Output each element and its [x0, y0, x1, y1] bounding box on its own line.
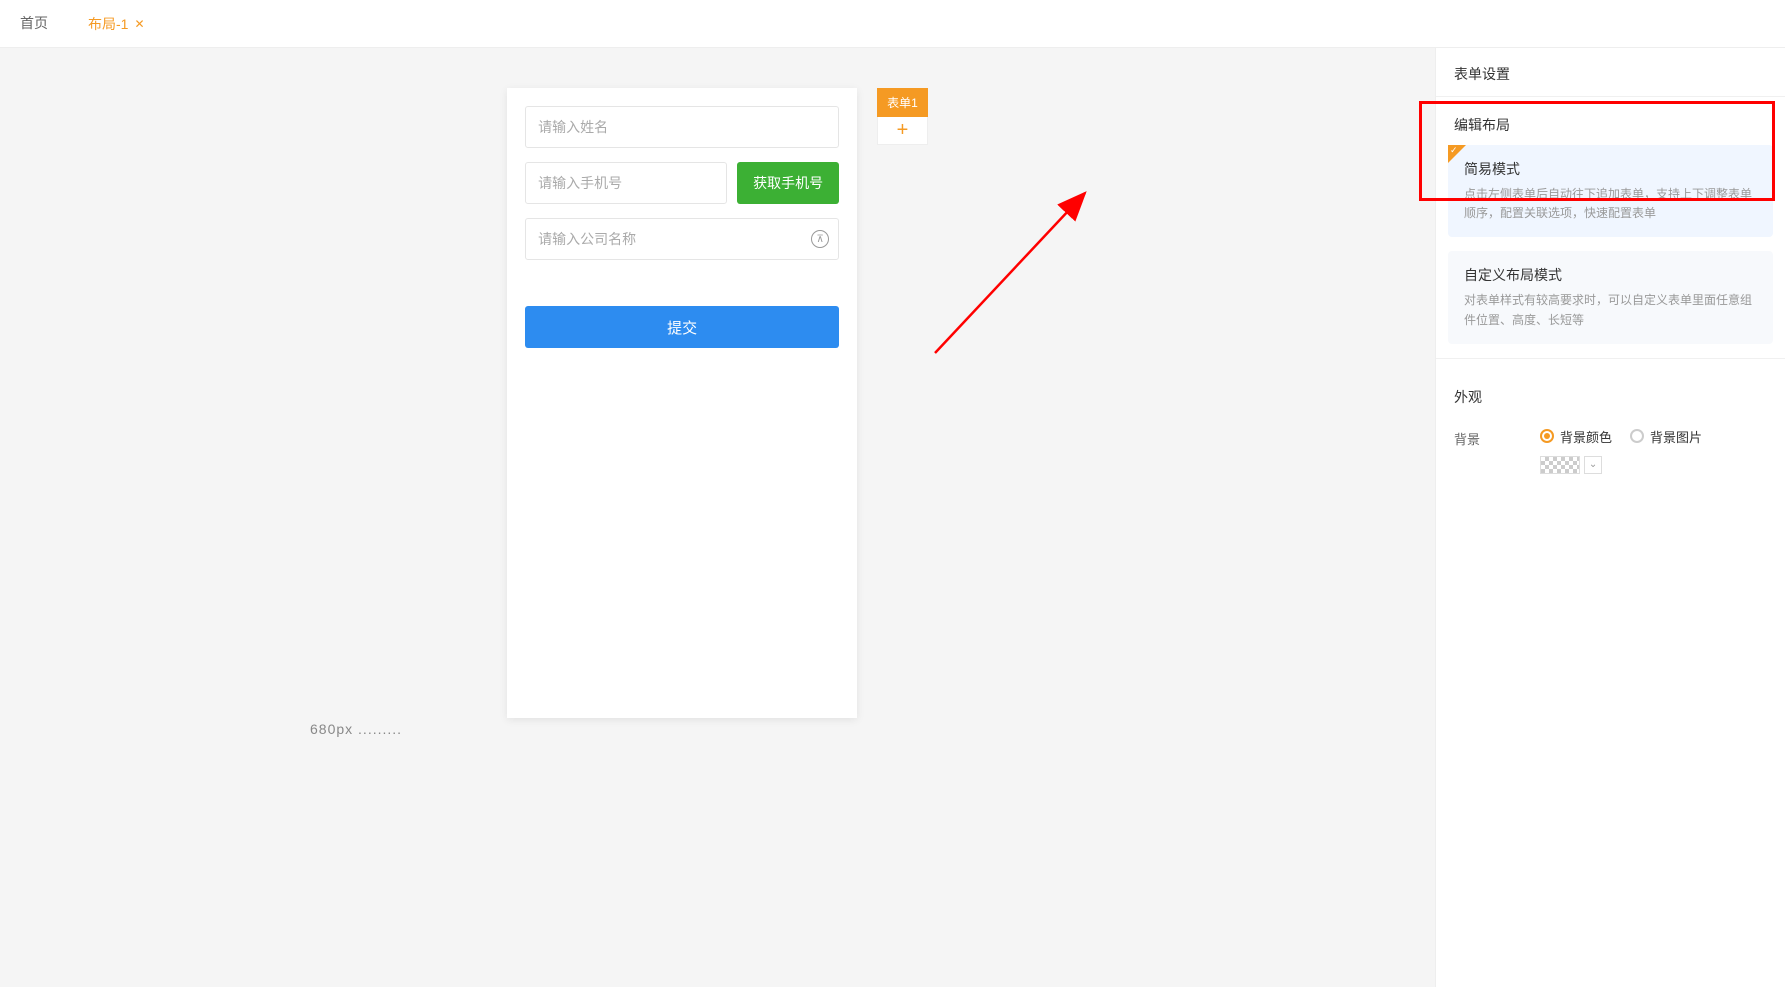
mode-simple-title: 简易模式 [1464, 159, 1757, 179]
divider [1436, 358, 1785, 359]
tab-layout-1[interactable]: 布局-1 ✕ [68, 0, 165, 47]
mode-custom-title: 自定义布局模式 [1464, 265, 1757, 285]
mode-options: ✓ 简易模式 点击左侧表单后自动往下追加表单，支持上下调整表单顺序，配置关联选项… [1436, 145, 1785, 344]
background-label: 背景 [1454, 427, 1480, 448]
check-icon: ✓ [1450, 145, 1458, 156]
tab-home-label: 首页 [20, 13, 48, 33]
appearance-title: 外观 [1436, 369, 1785, 417]
background-radio-group: 背景颜色 背景图片 [1540, 427, 1767, 446]
right-panel: 表单设置 编辑布局 ✓ 简易模式 点击左侧表单后自动往下追加表单，支持上下调整表… [1435, 48, 1785, 987]
add-form-button[interactable]: + [877, 117, 928, 145]
input-suffix-icon[interactable]: ⊼ [811, 230, 829, 248]
main-layout: 获取手机号 ⊼ 提交 表单1 + 680px ......... [0, 48, 1785, 987]
mode-simple[interactable]: ✓ 简易模式 点击左侧表单后自动往下追加表单，支持上下调整表单顺序，配置关联选项… [1448, 145, 1773, 237]
edit-layout-title: 编辑布局 [1436, 97, 1785, 145]
form-tag-1[interactable]: 表单1 [877, 88, 928, 117]
canvas-area: 获取手机号 ⊼ 提交 表单1 + 680px ......... [0, 48, 1435, 987]
phone-input[interactable] [525, 162, 727, 204]
company-input-wrapper: ⊼ [525, 218, 839, 260]
radio-unchecked-icon [1630, 429, 1644, 443]
appearance-row: 背景 背景颜色 背景图片 ⌄ [1436, 417, 1785, 484]
color-picker: ⌄ [1540, 456, 1767, 474]
get-phone-button[interactable]: 获取手机号 [737, 162, 839, 204]
radio-bgimage[interactable]: 背景图片 [1630, 427, 1702, 446]
submit-button[interactable]: 提交 [525, 306, 839, 348]
form-container: 获取手机号 ⊼ 提交 表单1 + [507, 88, 928, 718]
close-icon[interactable]: ✕ [134, 17, 144, 31]
radio-bgcolor-label: 背景颜色 [1560, 427, 1612, 446]
mode-custom-desc: 对表单样式有较高要求时，可以自定义表单里面任意组件位置、高度、长短等 [1464, 291, 1757, 329]
dimension-label: 680px ......... [310, 721, 402, 737]
radio-bgcolor[interactable]: 背景颜色 [1540, 427, 1612, 446]
chevron-down-icon[interactable]: ⌄ [1584, 456, 1602, 474]
appearance-controls: 背景颜色 背景图片 ⌄ [1540, 427, 1767, 474]
color-swatch[interactable] [1540, 456, 1580, 474]
mode-simple-desc: 点击左侧表单后自动往下追加表单，支持上下调整表单顺序，配置关联选项，快速配置表单 [1464, 185, 1757, 223]
tab-home[interactable]: 首页 [0, 0, 68, 47]
form-card: 获取手机号 ⊼ 提交 [507, 88, 857, 718]
tab-layout-label: 布局-1 [88, 14, 128, 34]
radio-bgimage-label: 背景图片 [1650, 427, 1702, 446]
side-controls: 表单1 + [877, 88, 928, 145]
phone-row: 获取手机号 [525, 162, 839, 204]
mode-custom[interactable]: 自定义布局模式 对表单样式有较高要求时，可以自定义表单里面任意组件位置、高度、长… [1448, 251, 1773, 343]
name-input[interactable] [525, 106, 839, 148]
panel-title: 表单设置 [1436, 48, 1785, 97]
radio-checked-icon [1540, 429, 1554, 443]
company-input[interactable] [525, 218, 839, 260]
tabs-bar: 首页 布局-1 ✕ [0, 0, 1785, 48]
